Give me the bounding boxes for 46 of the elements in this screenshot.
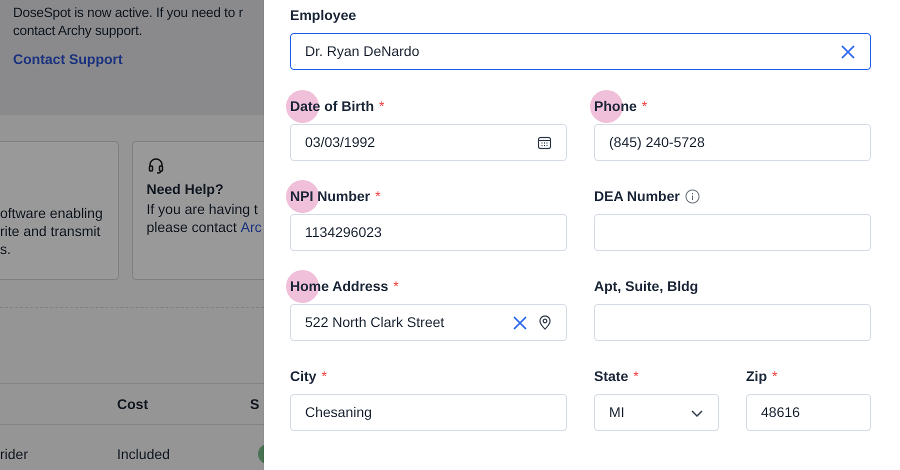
- input-field[interactable]: 1134296023: [290, 214, 567, 251]
- input-field[interactable]: 03/03/1992: [290, 124, 567, 161]
- input-field[interactable]: [594, 214, 871, 251]
- clear-icon[interactable]: [840, 44, 856, 60]
- archy-link[interactable]: Arc: [240, 218, 262, 236]
- input-field[interactable]: 522 North Clark Street: [290, 304, 567, 341]
- required-mark: *: [633, 366, 639, 386]
- field-label: State: [594, 366, 628, 386]
- table-cell-text: Included: [117, 444, 171, 464]
- notice-text: DoseSpot is now active. If you need to r: [13, 4, 243, 22]
- field-label: Zip: [746, 366, 767, 386]
- select-field[interactable]: MI: [594, 394, 719, 431]
- input-field[interactable]: 48616: [746, 394, 871, 431]
- field-label: Date of Birth: [290, 96, 374, 116]
- field-label: Home Address: [290, 276, 388, 296]
- column-header: S: [250, 394, 260, 414]
- field-label: NPI Number: [290, 186, 370, 206]
- field-label: Apt, Suite, Bldg: [594, 276, 698, 296]
- card-title: Need Help?: [146, 180, 225, 199]
- required-mark: *: [642, 96, 648, 116]
- required-mark: *: [375, 186, 381, 206]
- card-text: please contact: [146, 218, 238, 236]
- notice-text: contact Archy support.: [13, 22, 142, 40]
- calendar-icon[interactable]: [537, 135, 552, 150]
- field-label: DEA Number: [594, 186, 680, 206]
- card-text: rite and transmit: [0, 222, 102, 240]
- card-text: s.: [0, 240, 12, 258]
- input-field[interactable]: [594, 304, 871, 341]
- column-header: Cost: [117, 394, 150, 414]
- headset-icon: [146, 156, 164, 174]
- required-mark: *: [321, 366, 327, 386]
- required-mark: *: [393, 276, 399, 296]
- input-field[interactable]: (845) 240-5728: [594, 124, 871, 161]
- input-field[interactable]: Dr. Ryan DeNardo: [290, 33, 871, 70]
- info-icon[interactable]: [684, 188, 700, 204]
- input-field[interactable]: Chesaning: [290, 394, 567, 431]
- clear-icon[interactable]: [512, 314, 528, 330]
- required-mark: *: [772, 366, 778, 386]
- table-cell-text: rider: [0, 444, 30, 464]
- field-label: City: [290, 366, 316, 386]
- map-pin-icon[interactable]: [538, 315, 552, 330]
- required-mark: *: [379, 96, 384, 116]
- card-text: If you are having t: [146, 200, 259, 218]
- card-text: oftware enabling: [0, 204, 104, 222]
- field-label: Employee: [290, 6, 356, 25]
- field-label: Phone: [594, 96, 637, 116]
